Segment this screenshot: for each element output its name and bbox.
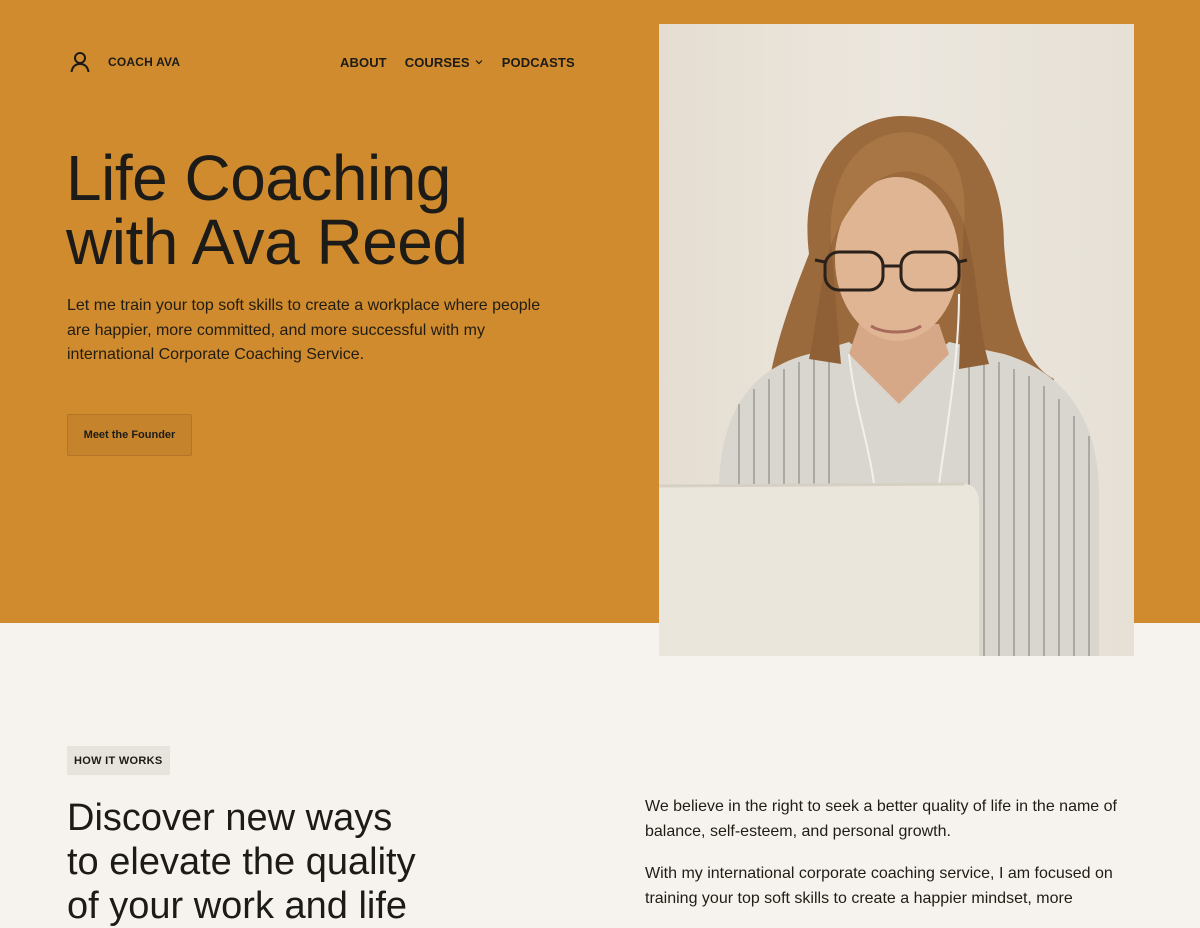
nav-item-courses[interactable]: COURSES [405,55,484,70]
site-title[interactable]: COACH AVA [108,55,180,69]
nav-item-label: PODCASTS [501,54,575,70]
nav-item-label: COURSES [404,54,470,70]
site-brand[interactable]: COACH AVA [68,50,180,74]
meet-the-founder-button[interactable]: Meet the Founder [67,414,192,456]
nav-item-podcasts[interactable]: PODCASTS [502,55,575,70]
hero-description: Let me train your top soft skills to cre… [67,297,541,363]
section-paragraph-2: With my international corporate coaching… [645,865,1113,907]
section-paragraph-1: We believe in the right to seek a better… [645,798,1117,840]
nav-item-label: ABOUT [340,54,387,70]
nav-item-about[interactable]: ABOUT [340,55,387,70]
chevron-down-icon [474,57,484,67]
hero-title: Life Coaching with Ava Reed [66,142,468,278]
section-tag: HOW IT WORKS [67,746,170,775]
section-title: Discover new ways to elevate the quality… [67,797,416,927]
user-icon [68,50,92,74]
main-navigation: ABOUT COURSES PODCASTS [340,50,575,74]
coach-photo [659,24,1134,656]
